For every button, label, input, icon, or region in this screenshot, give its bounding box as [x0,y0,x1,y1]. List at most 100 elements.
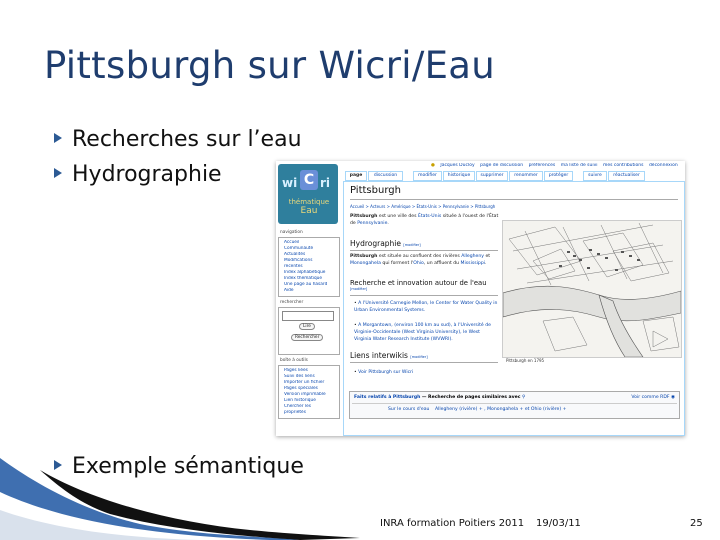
footer-organization: INRA formation Poitiers 2011 [380,518,525,529]
logo-subtitle: thématique Eau [284,198,334,217]
hydro-text: est située au confluent des rivières [377,254,462,259]
hydro-link[interactable]: Allegheny [461,254,484,259]
intro-link[interactable]: États-Unis [418,214,441,219]
wiki-sidebar: navigation Accueil Communauté Actualités… [278,227,340,436]
nav-box: Accueil Communauté Actualités Modificati… [278,237,340,297]
decorative-swoosh [0,458,360,540]
hydro-bold: Pittsburgh [350,254,378,259]
search-button[interactable]: Rechercher [291,334,324,341]
bullet-hydrographie: Hydrographie [54,162,222,187]
tab-page[interactable]: page [345,171,367,181]
hydro-link[interactable]: Mississippi [461,261,485,266]
search-input[interactable] [282,311,334,321]
edit-link[interactable]: [modifier] [410,355,427,359]
tab-modifier[interactable]: modifier [413,171,442,181]
bullet-text: Hydrographie [72,162,222,187]
search-icon[interactable]: ⚲ [522,395,525,400]
research-item-1: • A l'Université Carnegie Mellon, le Cen… [354,300,498,314]
section-hydro-title: Hydrographie [modifier] [350,239,421,248]
tab-suivre[interactable]: suivre [583,171,607,181]
section-links-title: Liens interwikis [modifier] [350,351,428,360]
tab-renommer[interactable]: renommer [509,171,543,181]
section-rule [350,362,498,363]
user-link[interactable]: déconnexion [649,163,678,168]
slide-title: Pittsburgh sur Wicri/Eau [44,44,496,87]
section-rule [350,250,498,251]
user-icon: ● [431,163,435,168]
bullet-recherches: Recherches sur l’eau [54,127,302,152]
nav-heading: navigation [280,230,303,235]
facet-header: Faits relatifs à Pittsburgh — Recherche … [354,395,525,400]
wiki-screenshot: ● Jacques Ducloy page de discussion préf… [276,161,685,436]
historical-map-image[interactable] [502,220,682,358]
logo-text-right: ri [320,176,331,190]
nav-item[interactable]: Aide [284,288,337,294]
intro-text: est une ville des [377,214,418,219]
edit-link[interactable]: [modifier] [350,287,367,291]
hydro-text: qui forment l' [380,261,414,266]
title-rule [350,199,678,200]
section-title-text: Liens interwikis [350,351,408,360]
read-button[interactable]: Lire [299,323,315,330]
hydro-link[interactable]: Monongahela [350,261,381,266]
rdf-link[interactable]: Voir comme RDF ◉ [631,395,675,400]
hydro-paragraph: Pittsburgh est située au confluent des r… [350,253,500,267]
logo-c-block: C [300,170,318,190]
map-drawing [502,221,682,358]
tab-discussion[interactable]: discussion [368,171,403,181]
section-rule [350,295,498,296]
user-link[interactable]: Jacques Ducloy [440,163,474,168]
hydro-text: , un affluent du [423,261,461,266]
user-link[interactable]: mes contributions [603,163,644,168]
research-text[interactable]: A Morgantown, (environ 100 km au sud), à… [354,323,491,342]
tab-proteger[interactable]: protéger [544,171,573,181]
facet-property[interactable]: Sur le cours d'eau [388,407,429,412]
tools-item[interactable]: propriétés [284,410,337,416]
bullet-triangle-icon [54,133,62,143]
research-edit: [modifier] [350,287,367,292]
facet-values[interactable]: Allegheny (rivière) + , Monongahela + et… [435,407,567,412]
user-links-bar: ● Jacques Ducloy page de discussion préf… [431,163,683,171]
tab-reactualiser[interactable]: réactualiser [608,171,645,181]
logo-text-left: wi [282,176,298,190]
intro-link[interactable]: Pennsylvanie [357,221,387,226]
hydro-link[interactable]: Ohio [413,261,424,266]
tab-historique[interactable]: historique [443,171,475,181]
search-heading: rechercher [280,300,304,305]
facet-rule [352,403,677,404]
user-link[interactable]: préférences [529,163,556,168]
hydro-text: et [484,254,491,259]
bullet-text: Recherches sur l’eau [72,127,302,152]
research-text[interactable]: A l'Université Carnegie Mellon, le Cente… [354,301,497,313]
intro-text: . [387,221,389,226]
facet-search-text: — Recherche de pages similaires avec [421,395,521,400]
links-text[interactable]: Voir Pittsburgh sur Wicri [358,370,413,375]
bullet-triangle-icon [54,168,62,178]
rdf-text: Voir comme RDF [631,395,670,400]
page-title: Pittsburgh [350,185,401,196]
user-link[interactable]: ma liste de suivi [561,163,598,168]
edit-link[interactable]: [modifier] [403,243,420,247]
search-box: Lire Rechercher [278,307,340,355]
footer-date: 19/03/11 [536,518,581,529]
footer-page-number: 25 [690,518,703,529]
user-link[interactable]: page de discussion [480,163,523,168]
wiki-content: Pittsburgh Accueil > Acteurs > Amérique … [343,181,685,436]
research-item-2: • A Morgantown, (environ 100 km au sud),… [354,322,498,343]
rdf-icon: ◉ [670,395,675,400]
logo-sub1: thématique [288,198,330,206]
section-research-title: Recherche et innovation autour de l'eau [350,279,487,287]
breadcrumb[interactable]: Accueil > Acteurs > Amérique > États-Uni… [350,204,495,209]
section-title-text: Hydrographie [350,239,401,248]
map-caption: Pittsburgh en 1795 [506,358,545,363]
tools-heading: boîte à outils [280,358,308,363]
facet-label[interactable]: Faits relatifs à Pittsburgh [354,395,420,400]
facet-box: Faits relatifs à Pittsburgh — Recherche … [349,391,680,419]
intro-bold: Pittsburgh [350,214,378,219]
wiki-tabs: page discussion modifier historique supp… [343,171,683,181]
wicri-logo[interactable]: wi C ri thématique Eau [278,164,338,224]
tools-box: Pages liées Suivi des liens Importer un … [278,365,340,419]
logo-sub2: Eau [300,206,318,216]
tab-supprimer[interactable]: supprimer [476,171,508,181]
hydro-text: . [485,261,487,266]
